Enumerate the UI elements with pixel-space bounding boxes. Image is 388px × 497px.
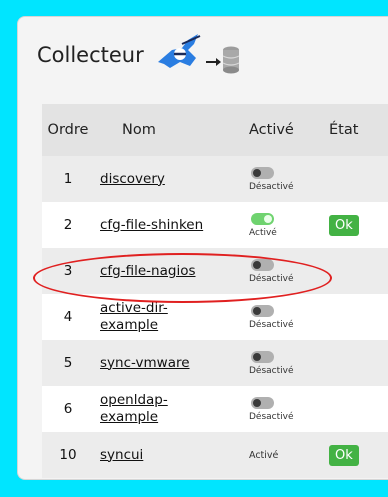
table-row: 6 openldap-example Désactivé xyxy=(42,386,388,432)
active-toggle[interactable] xyxy=(251,212,274,225)
active-toggle[interactable] xyxy=(251,350,274,363)
row-order: 5 xyxy=(42,340,94,386)
page-title: Collecteur xyxy=(37,43,144,67)
active-status-label: Activé xyxy=(249,227,277,238)
collector-name-link[interactable]: sync-vmware xyxy=(100,355,190,372)
active-status-label: Activé xyxy=(249,449,279,461)
row-order: 10 xyxy=(42,432,94,478)
active-status-label: Désactivé xyxy=(249,181,294,192)
table-header-row: Ordre Nom Activé État xyxy=(42,104,388,156)
row-order: 3 xyxy=(42,248,94,294)
collector-name-link[interactable]: discovery xyxy=(100,171,165,188)
active-toggle[interactable] xyxy=(251,304,274,317)
active-status-label: Désactivé xyxy=(249,365,294,376)
status-ok-badge: Ok xyxy=(329,444,359,466)
ninja-database-icon xyxy=(157,34,240,74)
table-row: 3 cfg-file-nagios Désactivé xyxy=(42,248,388,294)
row-order: 1 xyxy=(42,156,94,202)
active-toggle[interactable] xyxy=(251,396,274,409)
status-ok-badge: Ok xyxy=(329,214,359,236)
table-row: 10 syncui Activé Ok xyxy=(42,432,388,478)
collector-name-link[interactable]: cfg-file-nagios xyxy=(100,263,196,280)
active-status-label: Désactivé xyxy=(249,273,294,284)
table-row: 5 sync-vmware Désactivé xyxy=(42,340,388,386)
row-order: 4 xyxy=(42,294,94,340)
table-row: 2 cfg-file-shinken Activé Ok xyxy=(42,202,388,248)
collector-name-link[interactable]: syncui xyxy=(100,447,143,464)
collector-name-link[interactable]: cfg-file-shinken xyxy=(100,217,203,234)
table-row: 4 active-dir-example Désactivé xyxy=(42,294,388,340)
row-order: 2 xyxy=(42,202,94,248)
active-status-label: Désactivé xyxy=(249,411,294,422)
row-order: 6 xyxy=(42,386,94,432)
active-toggle[interactable] xyxy=(251,258,274,271)
collector-name-link[interactable]: active-dir-example xyxy=(100,300,190,334)
collector-name-link[interactable]: openldap-example xyxy=(100,392,180,426)
active-status-label: Désactivé xyxy=(249,319,294,330)
table-row: 1 discovery Désactivé xyxy=(42,156,388,202)
page-header: Collecteur xyxy=(37,32,244,78)
column-header-etat[interactable]: État xyxy=(328,104,388,156)
active-toggle[interactable] xyxy=(251,166,274,179)
column-header-ordre[interactable]: Ordre xyxy=(42,104,94,156)
collectors-table: Ordre Nom Activé État 1 discovery Désact… xyxy=(42,104,388,478)
collector-logo xyxy=(154,32,244,78)
column-header-nom[interactable]: Nom xyxy=(94,104,248,156)
column-header-active[interactable]: Activé xyxy=(248,104,328,156)
